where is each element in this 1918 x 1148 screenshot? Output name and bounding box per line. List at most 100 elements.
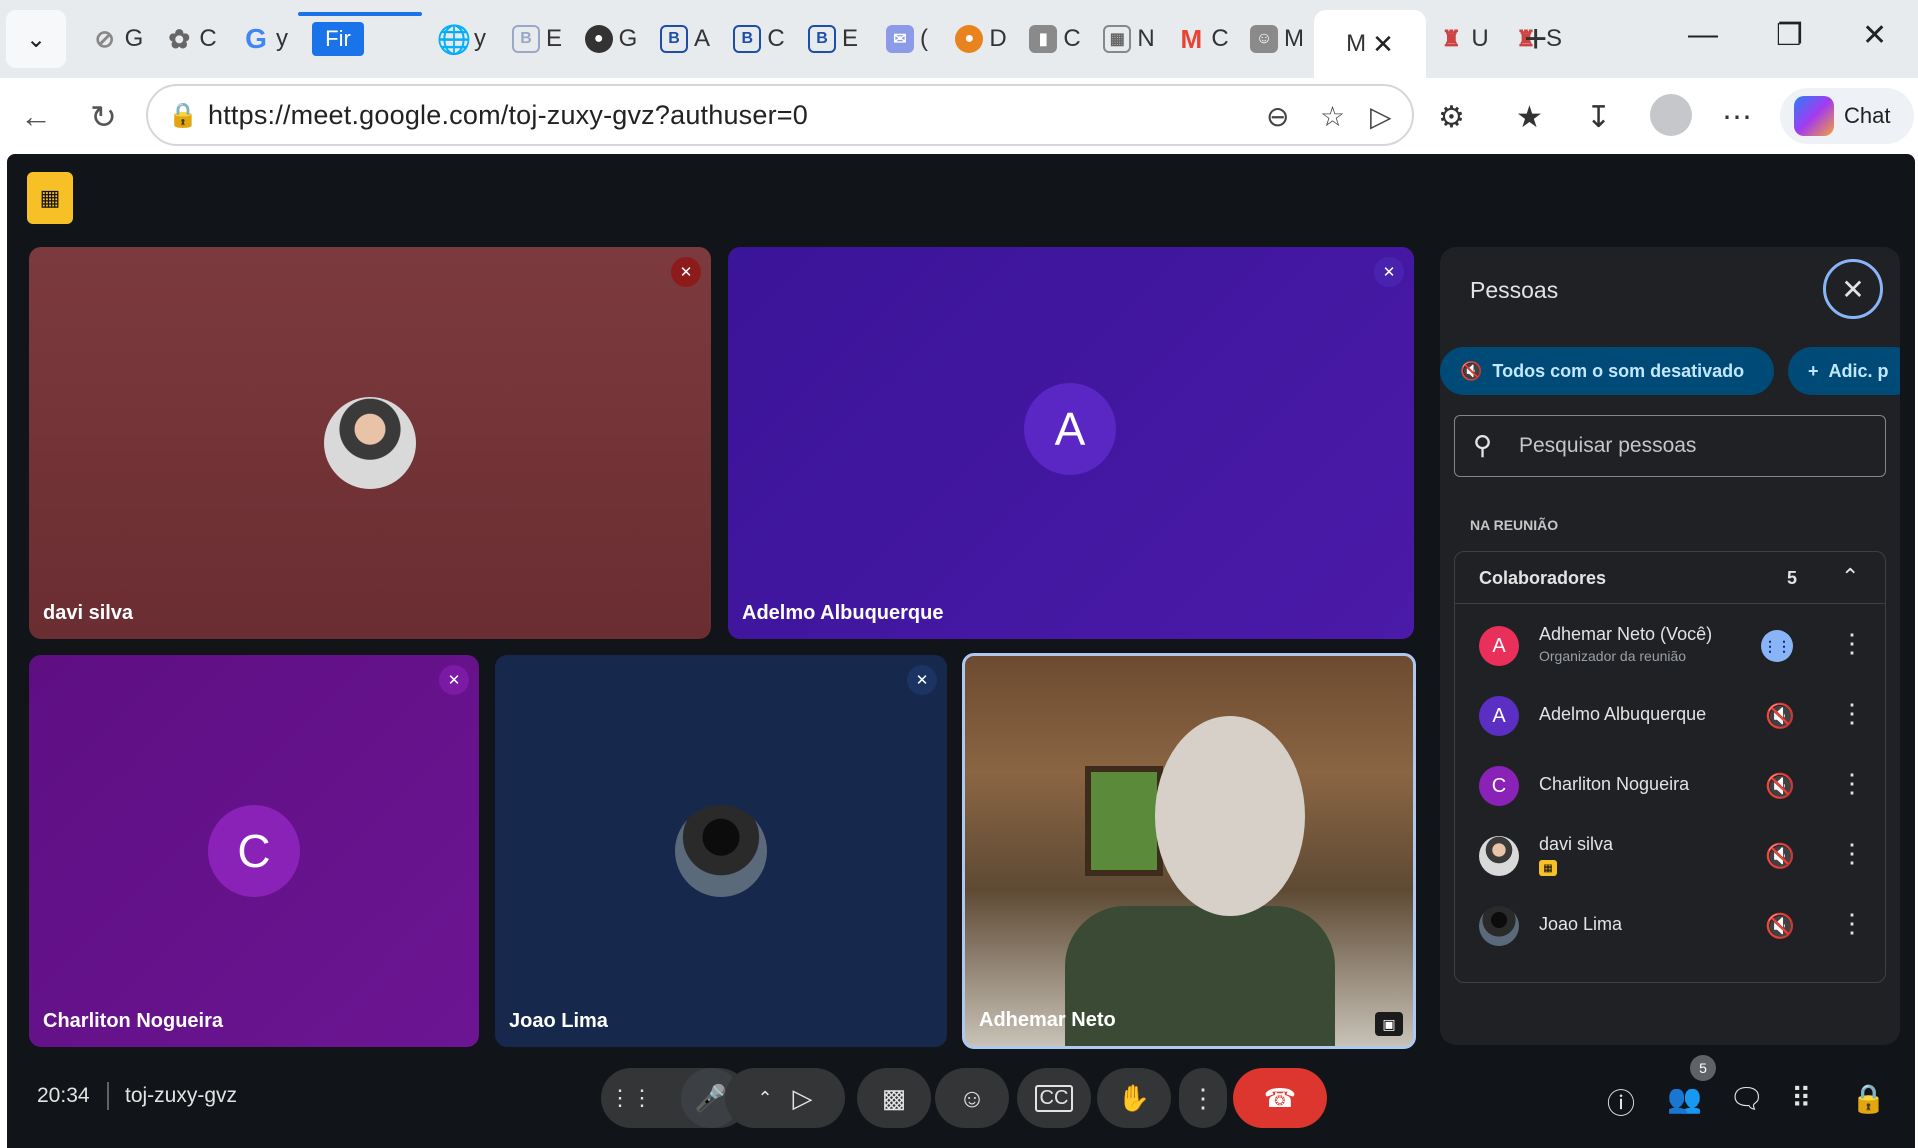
mic-off-icon: ✕ (1374, 257, 1404, 287)
b-icon: B (511, 25, 540, 53)
avatar: C (1479, 766, 1519, 806)
tab-1[interactable]: ⊘ G (80, 10, 154, 68)
tab-14[interactable]: ▦ N (1092, 10, 1166, 68)
present-screen-icon: ▩ (881, 1082, 907, 1113)
captions-icon: CC (1034, 1084, 1074, 1112)
restore-icon[interactable]: ❐ (1776, 18, 1803, 53)
people-panel: Pessoas ✕ 🔇 Todos com o som desativado +… (1440, 247, 1900, 1045)
close-tab-icon[interactable]: ✕ (1372, 29, 1394, 60)
tab-active-meet[interactable]: M ✕ (1314, 10, 1426, 78)
chevron-up-icon[interactable]: ⌃ (1841, 564, 1859, 590)
close-window-icon[interactable]: ✕ (1862, 18, 1887, 53)
recording-indicator[interactable]: ▦ (27, 172, 73, 224)
participant-name: Adelmo Albuquerque (742, 602, 944, 624)
section-label: NA REUNIÃO (1470, 517, 1559, 533)
host-controls-icon[interactable]: 🔒 (1851, 1082, 1886, 1115)
chevron-up-icon[interactable]: ⌃ (757, 1088, 772, 1109)
tab-18[interactable]: ♜ U (1426, 10, 1500, 68)
video-tile-davi[interactable]: ✕ davi silva (29, 247, 711, 639)
tab-search-button[interactable]: ⌄ (6, 10, 66, 68)
more-menu-icon[interactable]: ⋯ (1722, 100, 1752, 135)
group-header[interactable]: Colaboradores 5 ⌃ (1455, 552, 1885, 604)
new-tab-button[interactable]: + (1524, 19, 1547, 59)
pip-icon[interactable]: ▣ (1375, 1012, 1403, 1036)
meeting-info-icon[interactable]: ⓘ (1607, 1082, 1635, 1122)
more-vert-icon: ⋮ (1190, 1082, 1216, 1113)
tab-12[interactable]: ● D (944, 10, 1018, 68)
zoom-out-icon[interactable]: ⊖ (1266, 100, 1289, 133)
more-options-icon[interactable]: ⋮ (1839, 768, 1865, 799)
raise-hand-button[interactable]: ✋ (1097, 1068, 1171, 1128)
video-tile-self[interactable]: Adhemar Neto ▣ (962, 653, 1416, 1049)
copilot-chat-button[interactable]: Chat (1780, 88, 1914, 144)
video-tile-charliton[interactable]: C ✕ Charliton Nogueira (29, 655, 479, 1047)
mic-off-icon[interactable]: 🔇 (1765, 702, 1795, 731)
video-tile-joao[interactable]: ✕ Joao Lima (495, 655, 947, 1047)
address-bar[interactable]: 🔒 https://meet.google.com/toj-zuxy-gvz?a… (146, 84, 1414, 146)
minimize-icon[interactable]: — (1688, 18, 1718, 52)
participant-role: Organizador da reunião (1539, 648, 1687, 664)
tab-10[interactable]: BE (796, 10, 870, 68)
search-people-input[interactable]: ⚲ Pesquisar pessoas (1454, 415, 1886, 477)
participant-name: Charliton Nogueira (43, 1010, 224, 1032)
tab-15[interactable]: MC (1166, 10, 1240, 68)
activities-icon[interactable]: ⠿ (1791, 1082, 1812, 1115)
tab-9[interactable]: BC (722, 10, 796, 68)
divider (107, 1082, 109, 1110)
background-window (1085, 766, 1163, 876)
downloads-icon[interactable]: ↧ (1586, 100, 1611, 135)
close-panel-button[interactable]: ✕ (1823, 259, 1883, 319)
participant-row[interactable]: C Charliton Nogueira 🔇 ⋮ (1455, 750, 1885, 820)
mic-off-icon[interactable]: 🔇 (1765, 842, 1795, 871)
more-options-icon[interactable]: ⋮ (1839, 628, 1865, 659)
mail-icon: ✉ (886, 25, 914, 53)
github-icon: ● (584, 25, 613, 53)
chat-icon[interactable]: 🗨 (1729, 1082, 1765, 1115)
video-tile-adelmo[interactable]: A ✕ Adelmo Albuquerque (728, 247, 1414, 639)
avatar: C (208, 805, 300, 897)
participant-row[interactable]: davi silva ▦ 🔇 ⋮ (1455, 820, 1885, 890)
leave-call-button[interactable]: ☎ (1233, 1068, 1327, 1128)
group-count: 5 (1787, 568, 1798, 588)
participant-row[interactable]: A Adhemar Neto (Você) Organizador da reu… (1455, 610, 1885, 680)
site-info-icon[interactable]: 🔒 (168, 101, 198, 130)
back-icon[interactable]: ← (20, 98, 52, 135)
b-icon: B (807, 25, 836, 53)
camera-icon[interactable]: ▷ (793, 1083, 813, 1114)
more-options-button[interactable]: ⋮ (1179, 1068, 1227, 1128)
close-icon: ✕ (1841, 273, 1865, 305)
tab-7[interactable]: ● G (574, 10, 648, 68)
tab-3[interactable]: Gy (228, 10, 302, 68)
more-options-icon[interactable]: ⋮ (1839, 908, 1865, 939)
more-options-icon[interactable]: ⋮ (1839, 698, 1865, 729)
tab-2[interactable]: ✿ C (154, 10, 228, 68)
tab-13[interactable]: ▮ C (1018, 10, 1092, 68)
extensions-icon[interactable]: ⚙ (1438, 100, 1465, 135)
tab-6[interactable]: BE (500, 10, 574, 68)
reactions-button[interactable]: ☺ (935, 1068, 1009, 1128)
avatar (1479, 836, 1519, 876)
present-screen-button[interactable]: ▩ (857, 1068, 931, 1128)
add-people-button[interactable]: + Adic. p (1788, 347, 1900, 395)
b-icon: B (733, 25, 762, 53)
mic-off-icon[interactable]: 🔇 (1765, 912, 1795, 941)
mute-all-button[interactable]: 🔇 Todos com o som desativado (1440, 347, 1774, 395)
tab-11[interactable]: ✉( (870, 10, 944, 68)
star-icon[interactable]: ☆ (1320, 100, 1345, 133)
captions-button[interactable]: CC (1017, 1068, 1091, 1128)
profile-avatar[interactable] (1650, 94, 1692, 136)
emoji-icon: ☺ (958, 1082, 986, 1113)
favorites-icon[interactable]: ★ (1516, 100, 1543, 135)
tab-4[interactable]: Fir (298, 10, 426, 68)
participant-row[interactable]: Joao Lima 🔇 ⋮ (1455, 890, 1885, 960)
camera-icon[interactable]: ▷ (1370, 100, 1392, 133)
participant-row[interactable]: A Adelmo Albuquerque 🔇 ⋮ (1455, 680, 1885, 750)
people-icon[interactable]: 👥 (1667, 1082, 1702, 1115)
more-options-icon[interactable]: ⋮ (1839, 838, 1865, 869)
reload-icon[interactable]: ↻ (90, 98, 117, 136)
tab-8[interactable]: BA (648, 10, 722, 68)
tab-16[interactable]: ☺ M (1240, 10, 1314, 68)
mic-off-icon: ✕ (439, 665, 469, 695)
tab-5[interactable]: 🌐 y (426, 10, 500, 68)
mic-off-icon[interactable]: 🔇 (1765, 772, 1795, 801)
